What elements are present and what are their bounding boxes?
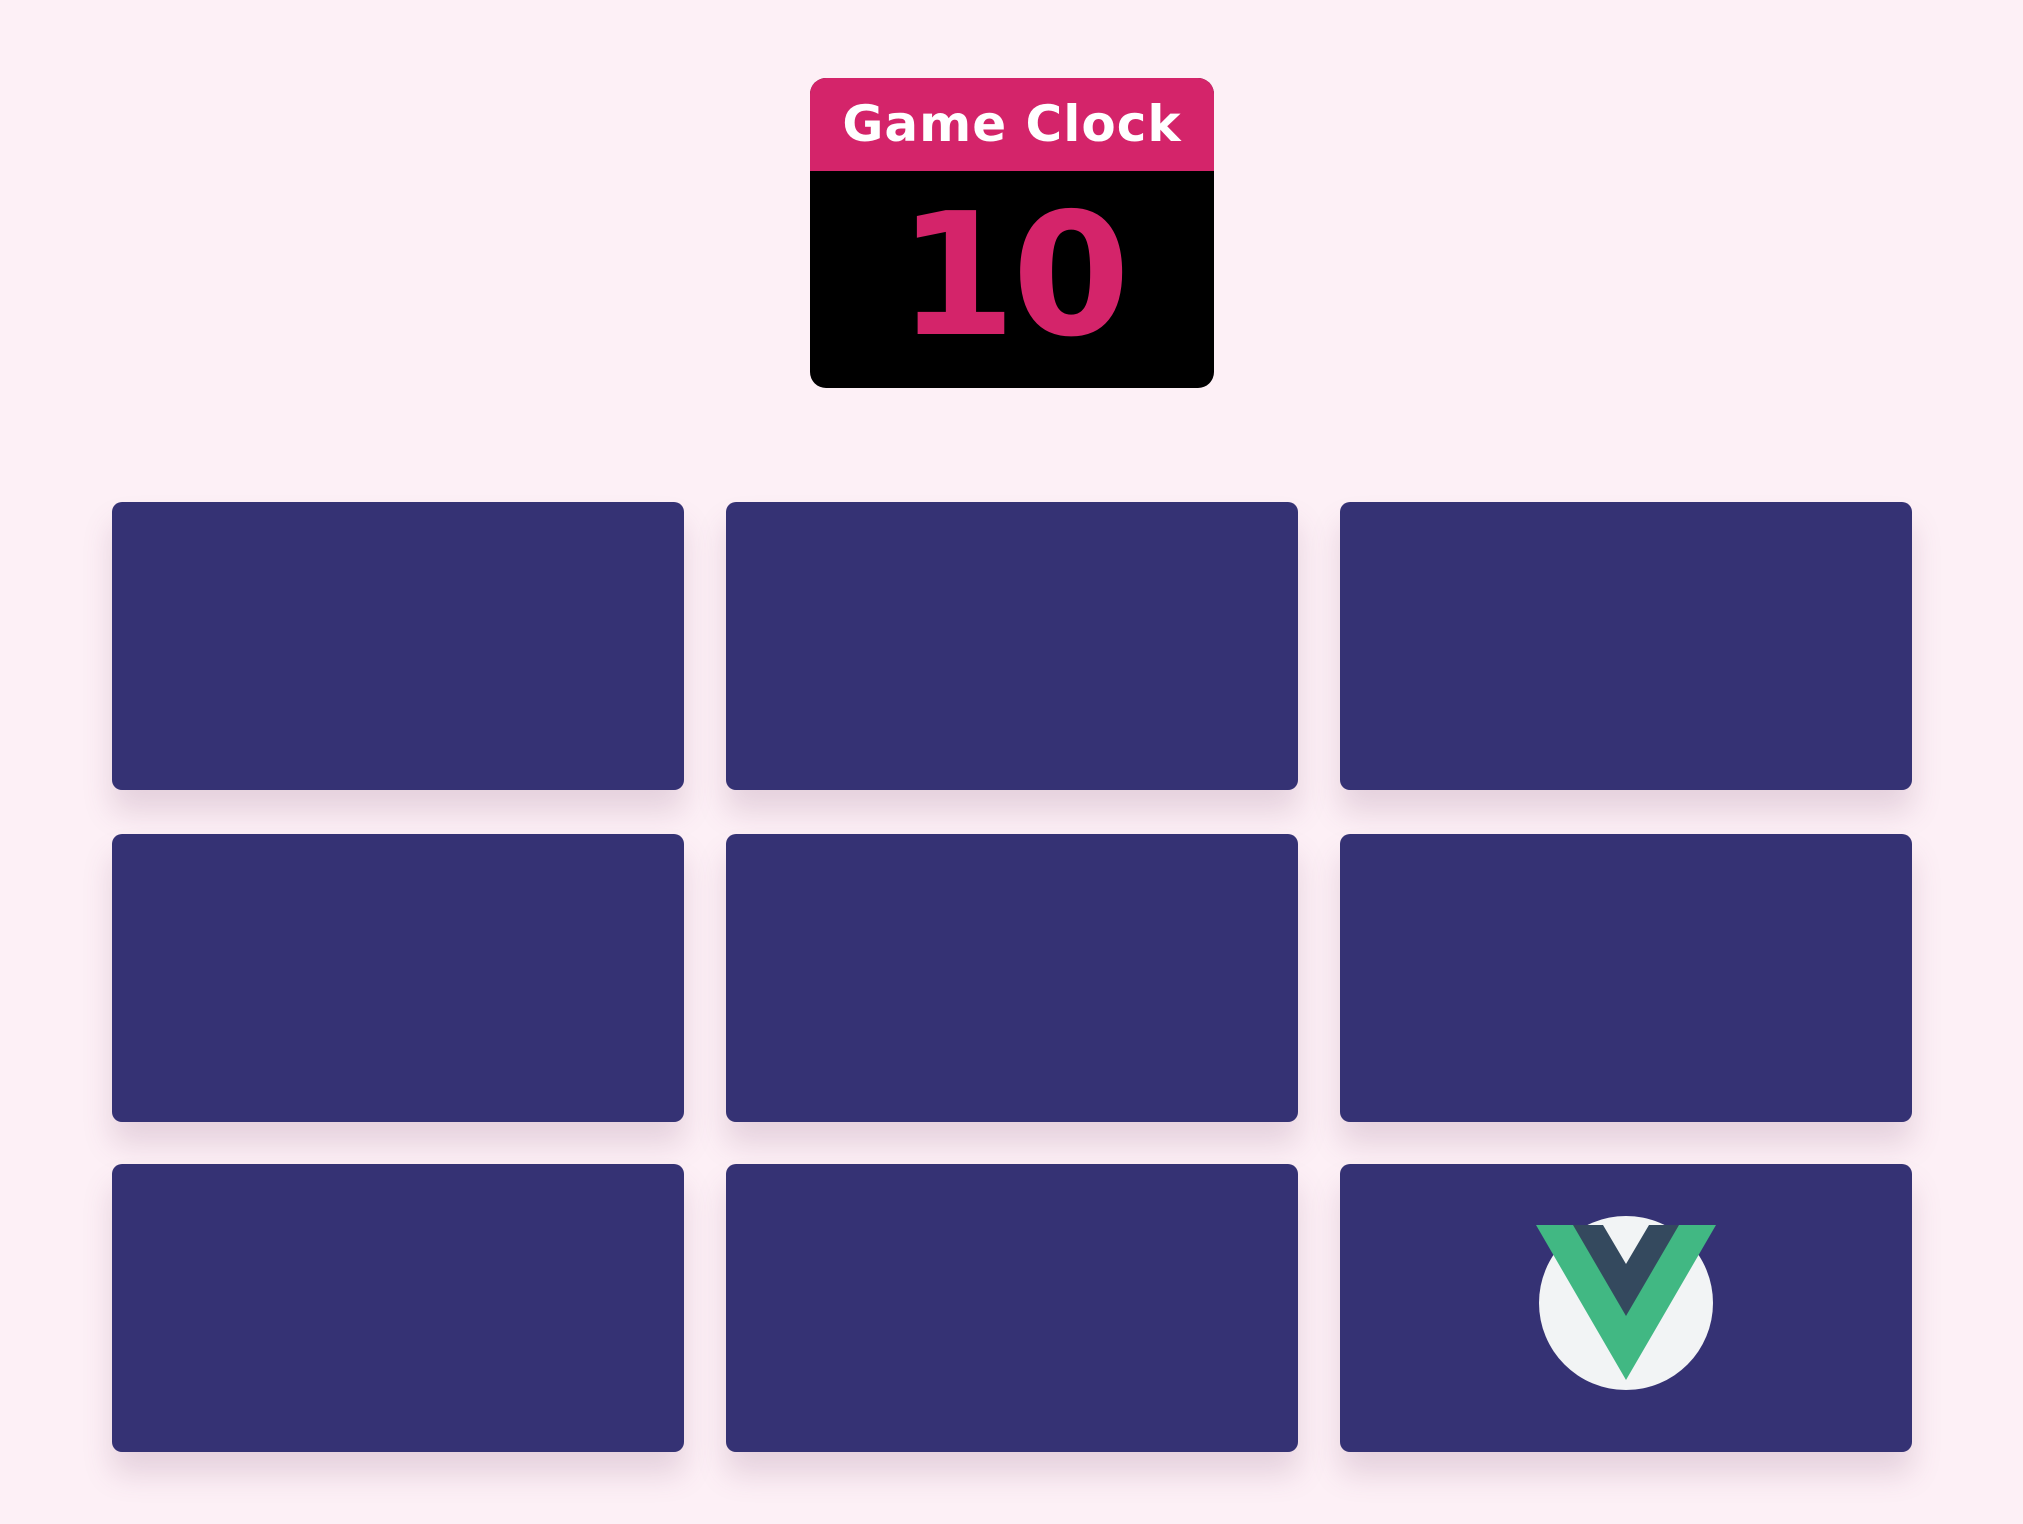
- card-face-down[interactable]: [726, 1164, 1298, 1452]
- game-clock-title: Game Clock: [810, 78, 1214, 171]
- game-clock-value: 10: [897, 177, 1131, 375]
- card-grid: [112, 502, 1912, 1452]
- card-face-down[interactable]: [112, 502, 684, 790]
- card-face-up[interactable]: [1340, 1164, 1912, 1452]
- game-clock: Game Clock 10: [810, 78, 1214, 388]
- card-face-down[interactable]: [1340, 834, 1912, 1122]
- vue-logo-icon: [1536, 1216, 1716, 1390]
- card-face-down[interactable]: [112, 834, 684, 1122]
- card-face-down[interactable]: [726, 834, 1298, 1122]
- card-face-down[interactable]: [726, 502, 1298, 790]
- card-face-down[interactable]: [1340, 502, 1912, 790]
- card-face-down[interactable]: [112, 1164, 684, 1452]
